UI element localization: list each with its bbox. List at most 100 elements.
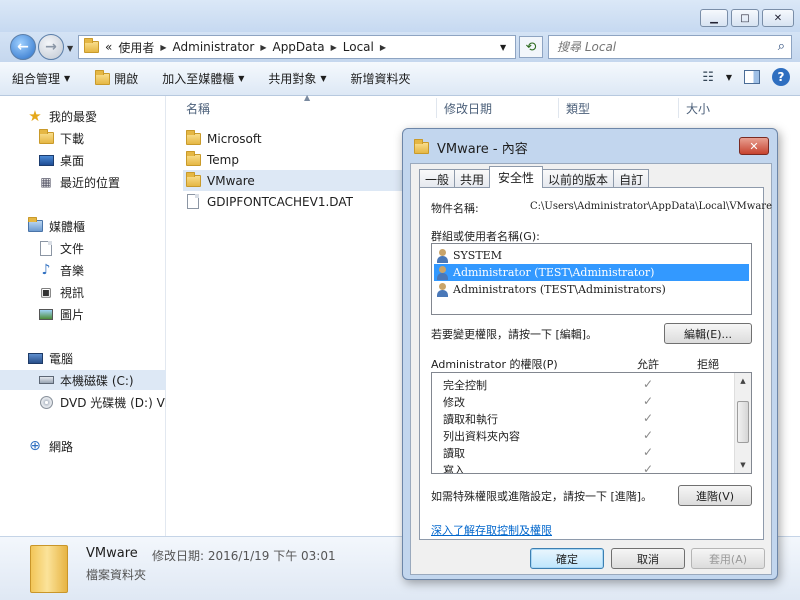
navigation-pane: ★ 我的最愛 下載 桌面 ▦ 最近的位置 媒體櫃 文件 ♪ 音樂 ▣ 視訊 圖片 電腦 … — [0, 96, 166, 536]
edit-button[interactable]: 編輯(E)... — [664, 323, 752, 344]
forward-button[interactable]: → — [38, 34, 64, 60]
nav-item-local-disk[interactable]: 本機磁碟 (C:) — [0, 370, 166, 390]
nav-item-downloads[interactable]: 下載 — [0, 128, 166, 148]
check-icon: ✓ — [643, 411, 654, 425]
chevron-right-icon[interactable]: ▶ — [260, 43, 266, 52]
open-button[interactable]: 開啟 — [82, 66, 150, 92]
column-header-size[interactable]: 大小 — [686, 96, 710, 120]
new-folder-button[interactable]: 新增資料夾 — [339, 66, 423, 92]
tab-general[interactable]: 一般 — [419, 169, 456, 188]
file-row[interactable]: Microsoft — [183, 128, 262, 149]
column-divider[interactable] — [558, 98, 559, 118]
computer-icon — [27, 351, 43, 365]
principal-item[interactable]: SYSTEM — [434, 247, 749, 264]
apply-button[interactable]: 套用(A) — [691, 548, 765, 569]
recent-pages-dropdown-icon[interactable]: ▼ — [67, 44, 73, 53]
nav-item-network[interactable]: ⊕ 網路 — [0, 436, 166, 456]
ok-button[interactable]: 確定 — [530, 548, 604, 569]
breadcrumb-item[interactable]: 使用者 — [118, 39, 154, 56]
search-box[interactable]: ⌕ — [548, 35, 792, 59]
dialog-title-bar[interactable]: VMware - 內容 — [413, 138, 528, 157]
tab-previous-versions[interactable]: 以前的版本 — [542, 169, 615, 188]
nav-item-label: 桌面 — [60, 153, 85, 168]
include-library-button[interactable]: 加入至媒體櫃 ▼ — [150, 66, 256, 92]
preview-pane-icon[interactable] — [744, 70, 760, 84]
nav-item-documents[interactable]: 文件 — [0, 238, 166, 258]
help-icon[interactable]: ? — [772, 68, 790, 86]
nav-item-label: 視訊 — [60, 285, 85, 300]
nav-item-favorites[interactable]: ★ 我的最愛 — [0, 106, 166, 126]
permissions-list[interactable]: 完全控制 ✓ 修改 ✓ 讀取和執行 ✓ 列出資料夾內容 ✓ 讀取 ✓ 寫入 ✓ … — [431, 372, 752, 474]
minimize-button[interactable]: ▁ — [700, 9, 728, 27]
open-label: 開啟 — [114, 72, 139, 86]
details-modified: 修改日期: 2016/1/19 下午 03:01 — [152, 547, 336, 564]
special-permissions-hint: 如需特殊權限或進階設定，請按一下 [進階]。 — [431, 490, 653, 503]
file-row[interactable]: Temp — [183, 149, 239, 170]
title-bar[interactable]: ▁ □ ✕ — [0, 0, 800, 32]
back-button[interactable]: ← — [10, 34, 36, 60]
object-name-value: C:\Users\Administrator\AppData\Local\VMw… — [530, 201, 772, 212]
nav-item-pictures[interactable]: 圖片 — [0, 304, 166, 324]
chevron-right-icon[interactable]: ▶ — [380, 43, 386, 52]
share-with-button[interactable]: 共用對象 ▼ — [256, 66, 338, 92]
tab-security[interactable]: 安全性 — [489, 166, 544, 188]
file-row-selected[interactable]: VMware — [183, 170, 413, 191]
nav-item-libraries[interactable]: 媒體櫃 — [0, 216, 166, 236]
nav-item-dvd-drive[interactable]: DVD 光碟機 (D:) VM — [0, 392, 166, 412]
maximize-button[interactable]: □ — [731, 9, 759, 27]
search-icon[interactable]: ⌕ — [778, 39, 785, 54]
principal-item-selected[interactable]: Administrator (TEST\Administrator) — [434, 264, 749, 281]
nav-item-videos[interactable]: ▣ 視訊 — [0, 282, 166, 302]
search-input[interactable] — [557, 40, 757, 54]
scroll-down-icon[interactable]: ▼ — [735, 457, 751, 473]
details-modified-label: 修改日期: — [152, 549, 205, 563]
address-history-dropdown-icon[interactable]: ▼ — [500, 43, 506, 52]
column-header-type[interactable]: 類型 — [566, 96, 590, 120]
breadcrumb-overflow[interactable]: « — [105, 40, 112, 54]
file-row[interactable]: GDIPFONTCACHEV1.DAT — [183, 191, 353, 212]
chevron-right-icon[interactable]: ▶ — [331, 43, 337, 52]
close-button[interactable]: ✕ — [762, 9, 794, 27]
column-divider[interactable] — [436, 98, 437, 118]
nav-item-recent-places[interactable]: ▦ 最近的位置 — [0, 172, 166, 192]
file-name: VMware — [207, 173, 255, 188]
tab-customize[interactable]: 自訂 — [613, 169, 650, 188]
file-name: Microsoft — [207, 131, 262, 146]
column-divider[interactable] — [678, 98, 679, 118]
tab-sharing[interactable]: 共用 — [454, 169, 491, 188]
learn-more-link[interactable]: 深入了解存取控制及權限 — [431, 522, 552, 538]
principal-item[interactable]: Administrators (TEST\Administrators) — [434, 281, 749, 298]
organize-button[interactable]: 組合管理 ▼ — [0, 66, 82, 92]
principals-list[interactable]: SYSTEM Administrator (TEST\Administrator… — [431, 243, 752, 315]
advanced-button-label: 進階(V) — [695, 489, 735, 503]
open-folder-icon — [94, 69, 110, 86]
column-header-modified[interactable]: 修改日期 — [444, 96, 492, 120]
folder-icon — [185, 171, 201, 188]
nav-item-music[interactable]: ♪ 音樂 — [0, 260, 166, 280]
chevron-right-icon[interactable]: ▶ — [160, 43, 166, 52]
breadcrumb-item[interactable]: Local — [343, 40, 374, 54]
check-icon: ✓ — [643, 394, 654, 408]
column-header-name[interactable]: 名稱 — [186, 96, 210, 120]
dialog-body: 一般 共用 安全性 以前的版本 自訂 物件名稱: C:\Users\Admini… — [410, 163, 772, 575]
nav-item-desktop[interactable]: 桌面 — [0, 150, 166, 170]
nav-item-computer[interactable]: 電腦 — [0, 348, 166, 368]
cancel-button[interactable]: 取消 — [611, 548, 685, 569]
advanced-button[interactable]: 進階(V) — [678, 485, 752, 506]
properties-dialog: VMware - 內容 ✕ 一般 共用 安全性 以前的版本 自訂 物件名稱: C… — [402, 128, 778, 580]
chevron-down-icon[interactable]: ▼ — [726, 73, 732, 82]
principal-name: Administrators (TEST\Administrators) — [453, 283, 666, 296]
permission-name: 讀取和執行 — [443, 413, 498, 426]
cancel-button-label: 取消 — [637, 552, 659, 566]
dialog-close-button[interactable]: ✕ — [739, 137, 769, 155]
permissions-scrollbar[interactable]: ▲ ▼ — [734, 373, 751, 473]
address-bar[interactable]: « 使用者 ▶ Administrator ▶ AppData ▶ Local … — [78, 35, 516, 59]
refresh-button[interactable]: ⟲ — [519, 36, 543, 58]
scrollbar-thumb[interactable] — [737, 401, 749, 443]
column-header-label: 名稱 — [186, 101, 211, 116]
column-header-label: 修改日期 — [444, 101, 493, 116]
breadcrumb-item[interactable]: AppData — [272, 40, 324, 54]
view-options-icon[interactable]: ☷ — [702, 70, 714, 85]
scroll-up-icon[interactable]: ▲ — [735, 373, 751, 389]
breadcrumb-item[interactable]: Administrator — [173, 40, 255, 54]
